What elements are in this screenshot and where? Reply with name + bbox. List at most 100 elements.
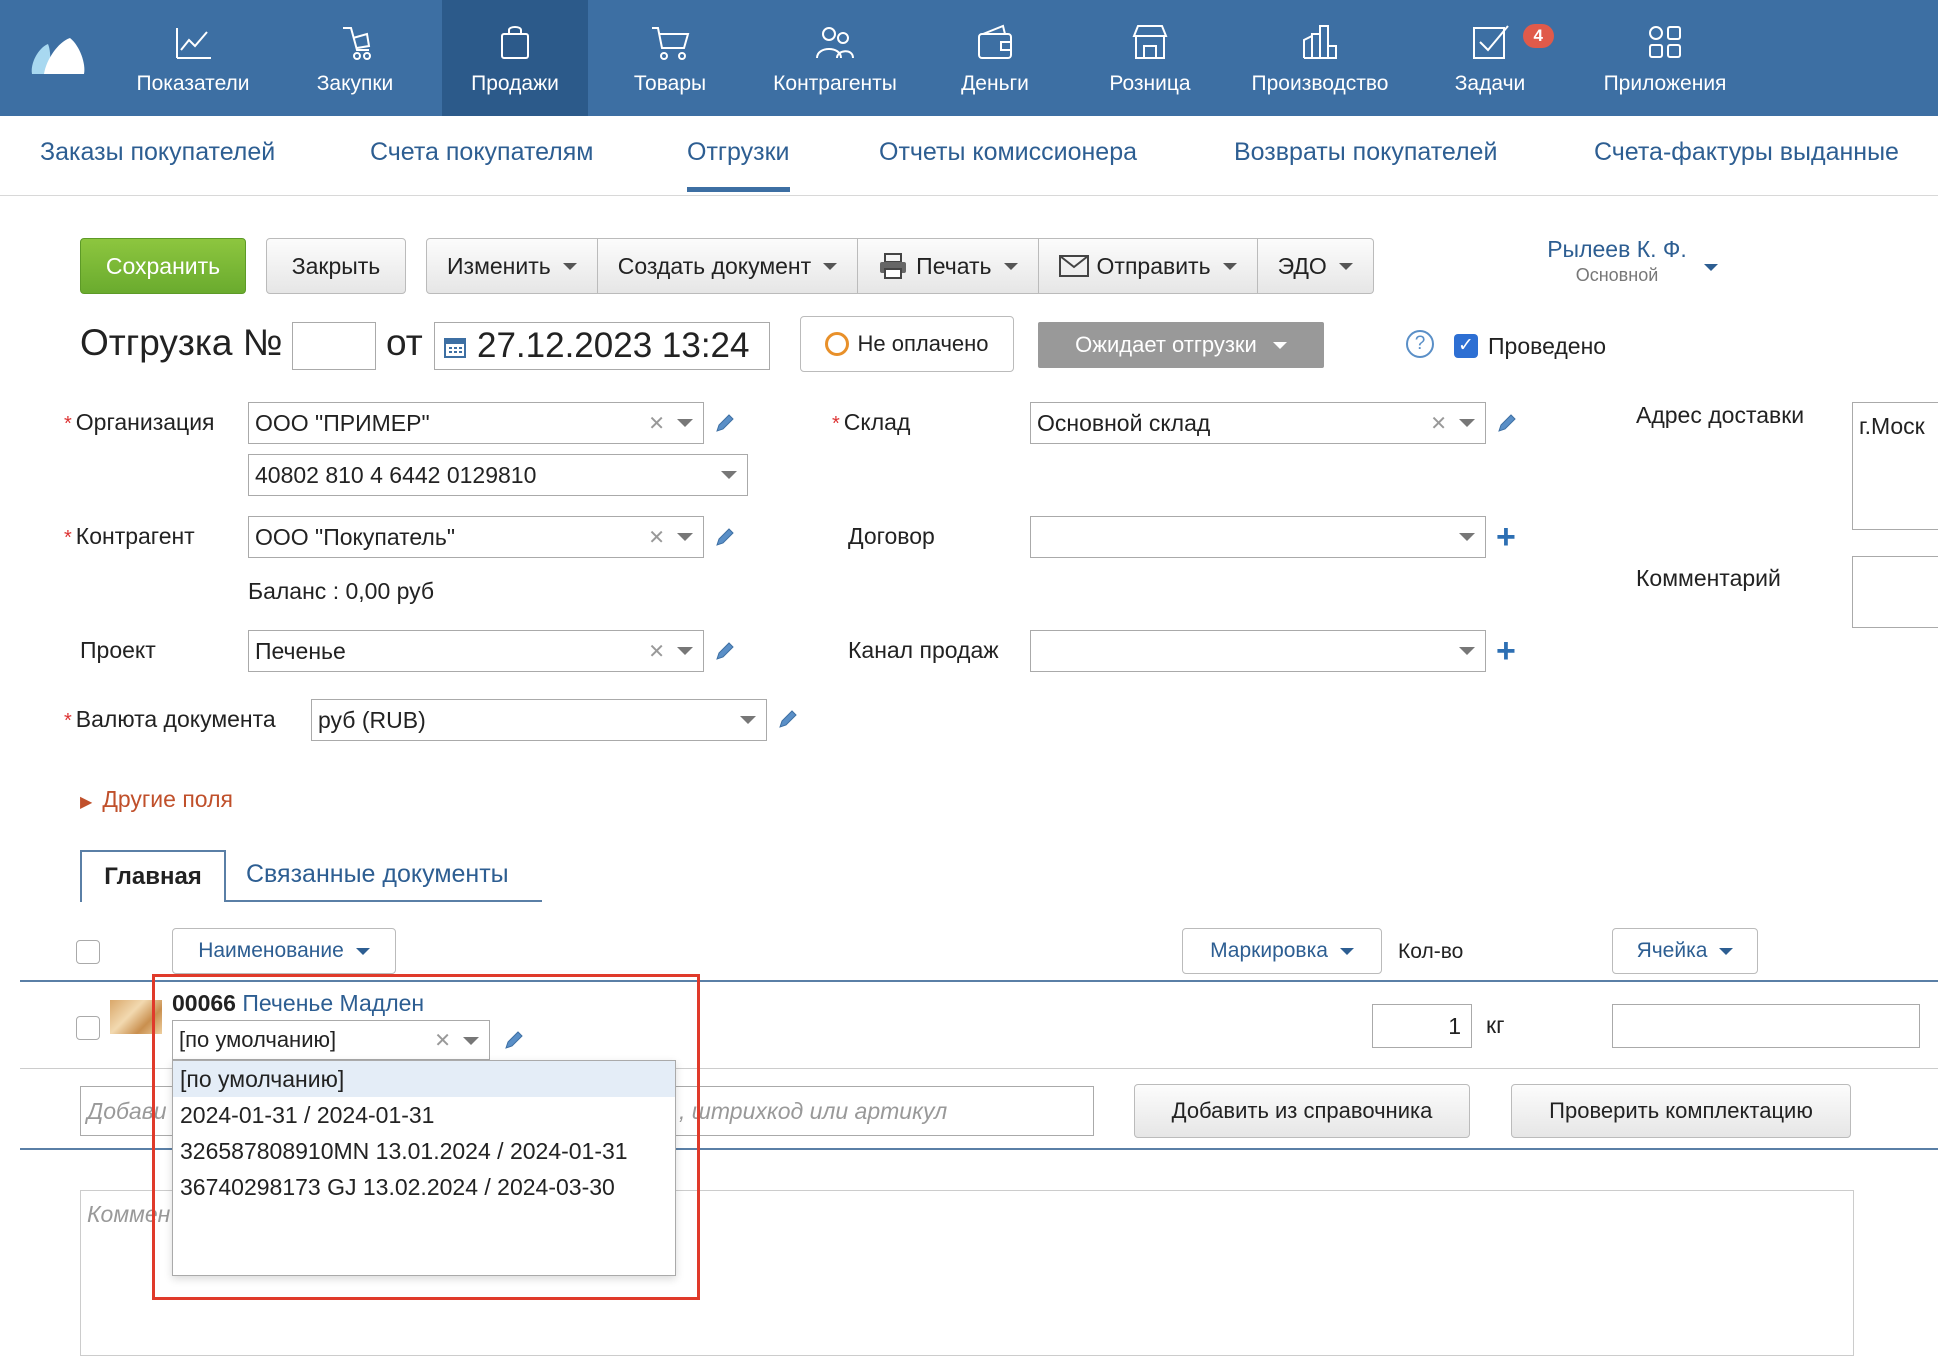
warehouse-select[interactable]: Основной склад ✕ bbox=[1030, 402, 1486, 444]
chevron-down-icon[interactable] bbox=[677, 647, 693, 655]
nav-label: Продажи bbox=[471, 72, 559, 95]
delivery-address-textarea[interactable]: г.Моск bbox=[1852, 402, 1938, 530]
project-select[interactable]: Печенье ✕ bbox=[248, 630, 704, 672]
column-marking-header[interactable]: Маркировка bbox=[1182, 928, 1382, 974]
quantity-input[interactable]: 1 bbox=[1372, 1004, 1472, 1048]
clear-icon[interactable]: ✕ bbox=[648, 639, 665, 664]
posted-checkbox[interactable]: ✓ bbox=[1454, 334, 1478, 358]
document-date-input[interactable]: 27.12.2023 13:24 bbox=[434, 322, 770, 370]
chevron-down-icon[interactable] bbox=[677, 533, 693, 541]
other-fields-label: Другие поля bbox=[102, 786, 233, 812]
clear-icon[interactable]: ✕ bbox=[648, 525, 665, 550]
edit-pencil-icon[interactable] bbox=[1496, 412, 1518, 434]
organization-value: ООО "ПРИМЕР" bbox=[255, 409, 430, 436]
nav-item-contractors[interactable]: Контрагенты bbox=[760, 0, 910, 116]
nav-item-retail[interactable]: Розница bbox=[1090, 0, 1210, 116]
chevron-down-icon[interactable] bbox=[740, 716, 756, 724]
subnav-commission-reports[interactable]: Отчеты комиссионера bbox=[879, 138, 1137, 187]
nav-item-apps[interactable]: Приложения bbox=[1590, 0, 1740, 116]
nav-item-tasks[interactable]: Задачи 4 bbox=[1440, 0, 1554, 116]
payment-status-button[interactable]: Не оплачено bbox=[800, 316, 1014, 372]
send-button[interactable]: Отправить bbox=[1038, 238, 1258, 294]
required-asterisk: * bbox=[832, 413, 840, 435]
check-kit-button[interactable]: Проверить комплектацию bbox=[1511, 1084, 1851, 1138]
edit-pencil-icon[interactable] bbox=[714, 640, 736, 662]
column-name-header[interactable]: Наименование bbox=[172, 928, 396, 974]
highlight-annotation-box bbox=[152, 974, 700, 1300]
nav-item-sales[interactable]: Продажи bbox=[442, 0, 588, 116]
shipment-status-dropdown[interactable]: Ожидает отгрузки bbox=[1038, 322, 1324, 368]
chevron-down-icon bbox=[355, 947, 370, 955]
apps-icon bbox=[1649, 26, 1681, 58]
bank-account-value: 40802 810 4 6442 0129810 bbox=[255, 461, 537, 488]
calendar-icon[interactable] bbox=[443, 335, 467, 359]
edit-pencil-icon[interactable] bbox=[777, 708, 799, 730]
envelope-icon bbox=[1058, 255, 1089, 277]
row-checkbox[interactable] bbox=[76, 1016, 100, 1040]
chevron-down-icon[interactable] bbox=[1459, 647, 1475, 655]
add-contract-plus-icon[interactable]: + bbox=[1496, 520, 1516, 554]
contract-select[interactable] bbox=[1030, 516, 1486, 558]
contractor-value: ООО "Покупатель" bbox=[255, 523, 455, 550]
column-marking-label: Маркировка bbox=[1210, 939, 1328, 962]
nav-item-purchases[interactable]: Закупки bbox=[290, 0, 420, 116]
chevron-down-icon bbox=[823, 262, 838, 270]
project-label: Проект bbox=[80, 637, 156, 663]
chevron-down-icon[interactable] bbox=[1704, 264, 1718, 271]
other-fields-toggle[interactable]: ▶ Другие поля bbox=[80, 786, 233, 813]
cell-input[interactable] bbox=[1612, 1004, 1920, 1048]
comment-field[interactable] bbox=[1852, 556, 1938, 628]
tab-linked-documents[interactable]: Связанные документы bbox=[246, 860, 509, 889]
user-menu[interactable]: Рылеев К. Ф. Основной bbox=[1542, 236, 1692, 286]
select-all-checkbox[interactable] bbox=[76, 940, 100, 964]
action-toolbar: Изменить Создать документ Печать Отправи… bbox=[426, 238, 1374, 294]
subnav-customer-orders[interactable]: Заказы покупателей bbox=[40, 138, 275, 187]
nav-label: Деньги bbox=[961, 72, 1029, 95]
nav-item-goods[interactable]: Товары bbox=[605, 0, 735, 116]
clear-icon[interactable]: ✕ bbox=[648, 411, 665, 436]
nav-item-indicators[interactable]: Показатели bbox=[118, 0, 268, 116]
edit-pencil-icon[interactable] bbox=[714, 526, 736, 548]
nav-label: Производство bbox=[1251, 72, 1389, 95]
column-cell-header[interactable]: Ячейка bbox=[1612, 928, 1758, 974]
nav-item-production[interactable]: Производство bbox=[1240, 0, 1400, 116]
edo-button[interactable]: ЭДО bbox=[1257, 238, 1374, 294]
purchase-icon bbox=[343, 27, 371, 60]
save-button[interactable]: Сохранить bbox=[80, 238, 246, 294]
subnav-customer-invoices[interactable]: Счета покупателям bbox=[370, 138, 594, 187]
subnav-issued-invoices[interactable]: Счета-фактуры выданные bbox=[1594, 138, 1899, 187]
add-from-catalog-button[interactable]: Добавить из справочника bbox=[1134, 1084, 1470, 1138]
close-button[interactable]: Закрыть bbox=[266, 238, 406, 294]
create-document-button[interactable]: Создать документ bbox=[597, 238, 859, 294]
currency-select[interactable]: руб (RUB) bbox=[311, 699, 767, 741]
column-cell-label: Ячейка bbox=[1636, 939, 1708, 962]
chevron-down-icon bbox=[1272, 341, 1287, 349]
subnav-customer-returns[interactable]: Возвраты покупателей bbox=[1234, 138, 1497, 187]
help-icon[interactable]: ? bbox=[1406, 330, 1434, 358]
nav-item-money[interactable]: Деньги bbox=[935, 0, 1055, 116]
sales-channel-select[interactable] bbox=[1030, 630, 1486, 672]
shipment-status-label: Ожидает отгрузки bbox=[1075, 332, 1257, 357]
project-value: Печенье bbox=[255, 637, 346, 664]
nav-label: Товары bbox=[633, 72, 707, 95]
chevron-down-icon[interactable] bbox=[677, 419, 693, 427]
edit-button[interactable]: Изменить bbox=[426, 238, 598, 294]
edo-label: ЭДО bbox=[1277, 252, 1327, 279]
add-channel-plus-icon[interactable]: + bbox=[1496, 634, 1516, 668]
edit-label: Изменить bbox=[447, 252, 551, 279]
contractor-select[interactable]: ООО "Покупатель" ✕ bbox=[248, 516, 704, 558]
subnav-shipments[interactable]: Отгрузки bbox=[687, 138, 790, 192]
chevron-down-icon[interactable] bbox=[1459, 533, 1475, 541]
document-number-input[interactable] bbox=[292, 322, 376, 370]
organization-select[interactable]: ООО "ПРИМЕР" ✕ bbox=[248, 402, 704, 444]
tab-main[interactable]: Главная bbox=[80, 850, 226, 902]
logo-icon[interactable] bbox=[28, 34, 88, 78]
clear-icon[interactable]: ✕ bbox=[1430, 411, 1447, 436]
warehouse-label: * Склад bbox=[832, 409, 910, 436]
bank-account-select[interactable]: 40802 810 4 6442 0129810 bbox=[248, 454, 748, 496]
chevron-down-icon[interactable] bbox=[1459, 419, 1475, 427]
print-button[interactable]: Печать bbox=[858, 238, 1039, 294]
chevron-down-icon[interactable] bbox=[721, 471, 737, 479]
store-icon bbox=[1132, 25, 1168, 59]
edit-pencil-icon[interactable] bbox=[714, 412, 736, 434]
